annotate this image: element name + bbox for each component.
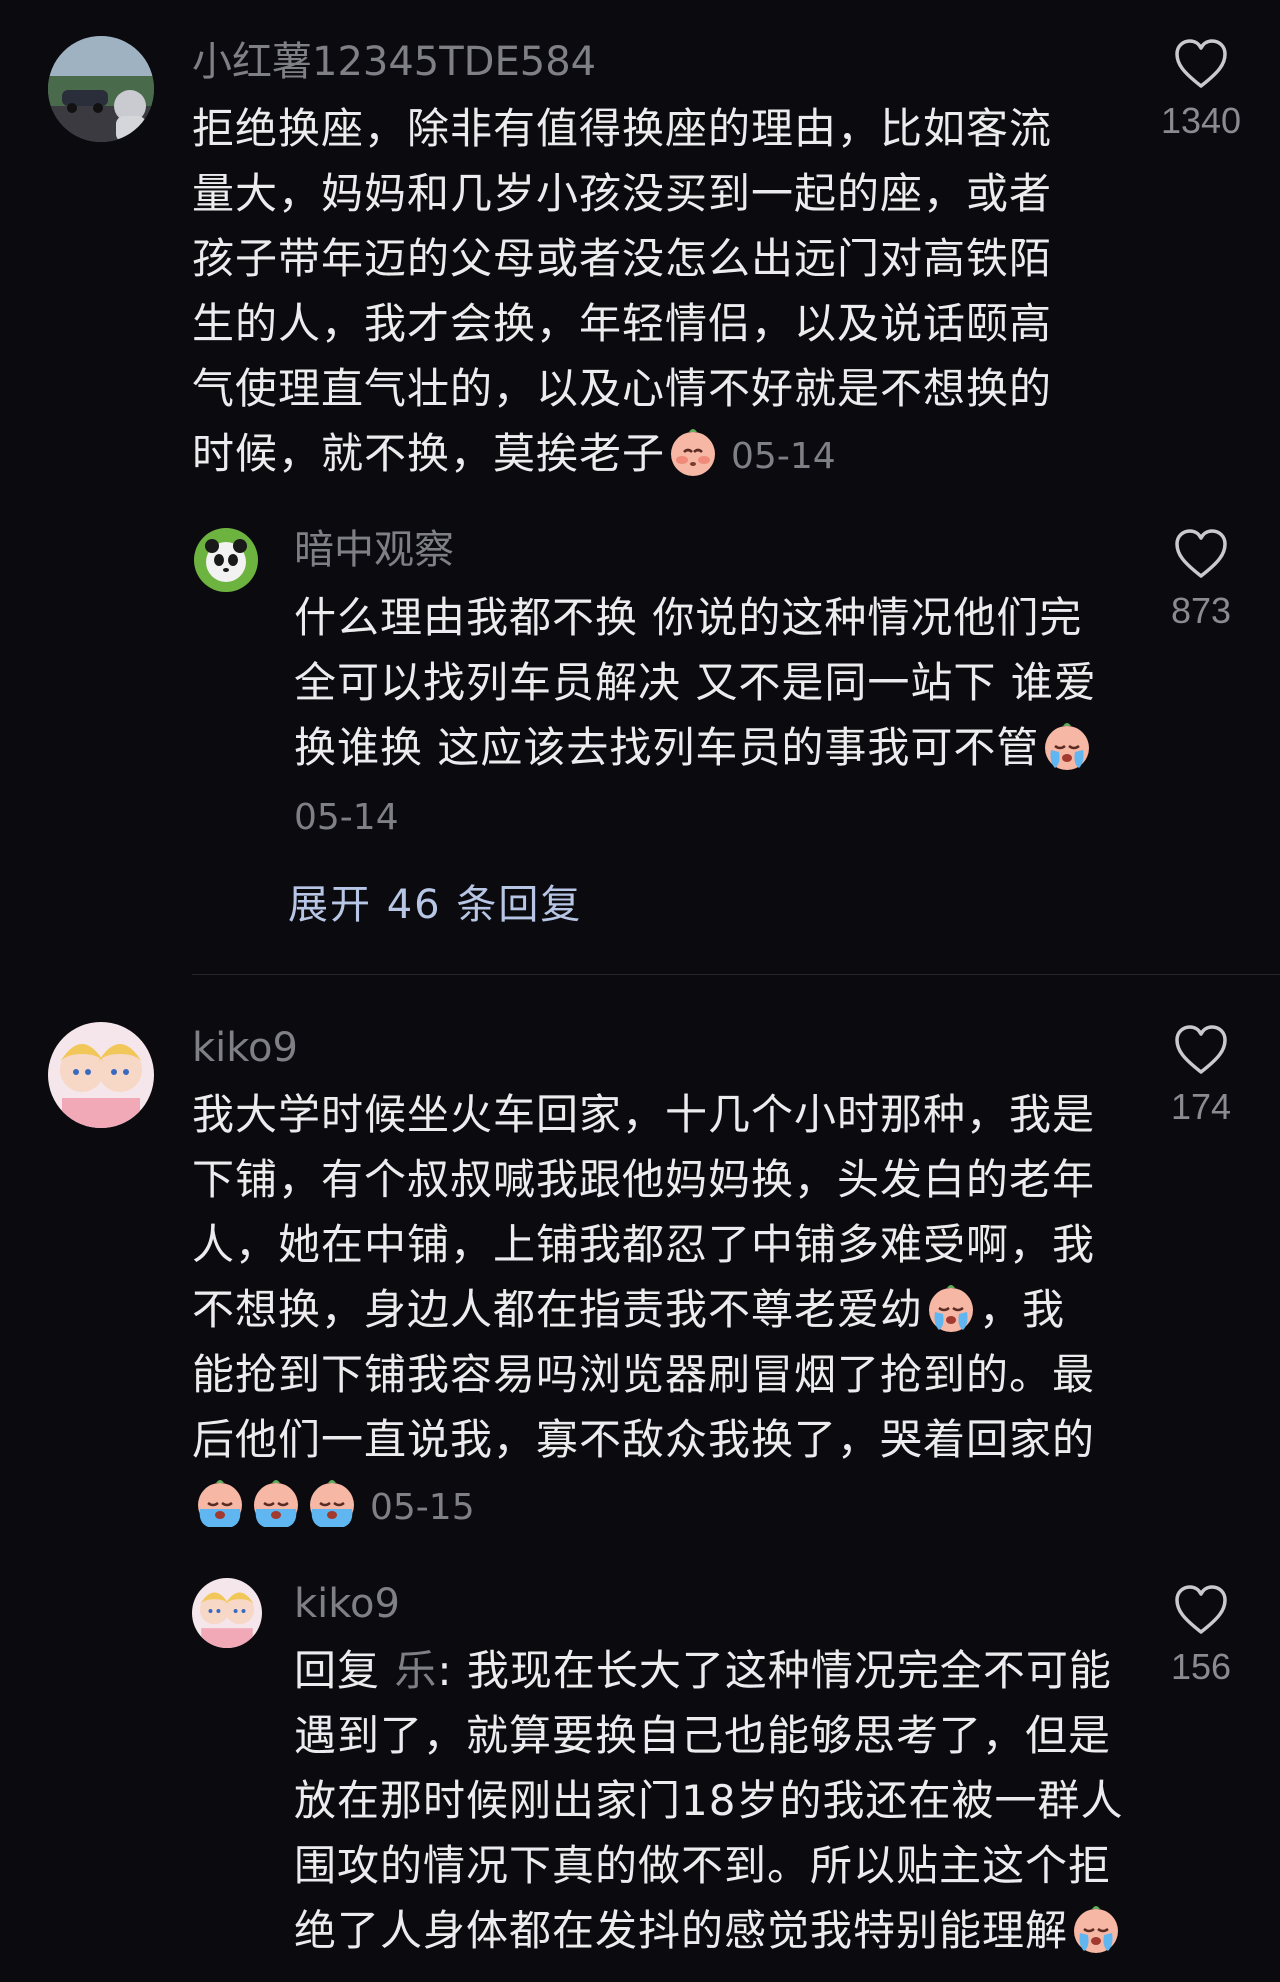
expand-replies-button[interactable]: 展开 46 条回复 [288, 872, 582, 930]
like-button[interactable]: 1340 [1156, 38, 1246, 142]
comment-date: 05-14 [731, 436, 836, 477]
crying-face-emoji-icon [1070, 1903, 1122, 1955]
avatar[interactable] [194, 528, 258, 592]
avatar-anime-girls [192, 1578, 262, 1648]
like-count: 174 [1170, 1086, 1232, 1127]
heart-outline-icon [1175, 1585, 1227, 1634]
like-count: 156 [1170, 1646, 1232, 1687]
avatar-panda [194, 528, 258, 592]
avatar[interactable] [192, 1578, 262, 1648]
comment-body: 拒绝换座，除非有值得换座的理由，比如客流量大，妈妈和几岁小孩没买到一起的座，或者… [192, 104, 1053, 478]
comment-date: 05-14 [294, 797, 399, 838]
comment-text: 什么理由我都不换 你说的这种情况他们完全可以找列车员解决 又不是同一站下 谁爱换… [294, 585, 1124, 780]
avatar-photo-car [48, 36, 154, 142]
heart-outline-icon [1175, 39, 1227, 88]
heart-outline-icon [1175, 529, 1227, 578]
like-count: 1340 [1160, 100, 1242, 141]
comment-text: 我大学时候坐火车回家，十几个小时那种，我是下铺，有个叔叔喊我跟他妈妈换，头发白的… [192, 1082, 1102, 1540]
divider [192, 974, 1280, 975]
comment-text: 回复 乐: 我现在长大了这种情况完全不可能遇到了，就算要换自己也能够思考了，但是… [294, 1638, 1124, 1963]
reply-target-username[interactable]: 乐 [394, 1646, 437, 1695]
comment-username[interactable]: 暗中观察 [294, 528, 454, 572]
comment-username[interactable]: kiko9 [294, 1582, 400, 1626]
crying-face-emoji-icon [194, 1477, 246, 1529]
comment-body: 什么理由我都不换 你说的这种情况他们完全可以找列车员解决 又不是同一站下 谁爱换… [294, 593, 1097, 772]
blushing-face-emoji-icon [667, 426, 719, 478]
crying-face-emoji-icon [250, 1477, 302, 1529]
avatar[interactable] [48, 1022, 154, 1128]
crying-face-emoji-icon [306, 1477, 358, 1529]
like-button[interactable]: 174 [1156, 1024, 1246, 1128]
reply-prefix: 回复 [294, 1646, 381, 1695]
comment-username[interactable]: kiko9 [192, 1026, 298, 1070]
like-count: 873 [1170, 590, 1232, 631]
like-button[interactable]: 873 [1156, 528, 1246, 632]
comment-date: 05-15 [370, 1487, 475, 1528]
avatar[interactable] [48, 36, 154, 142]
avatar-anime-girls [48, 1022, 154, 1128]
crying-face-emoji-icon [925, 1282, 977, 1334]
like-button[interactable]: 156 [1156, 1584, 1246, 1688]
comment-text: 拒绝换座，除非有值得换座的理由，比如客流量大，妈妈和几岁小孩没买到一起的座，或者… [192, 96, 1092, 489]
comment-username[interactable]: 小红薯12345TDE584 [192, 40, 596, 84]
crying-face-emoji-icon [1041, 720, 1093, 772]
heart-outline-icon [1175, 1025, 1227, 1074]
